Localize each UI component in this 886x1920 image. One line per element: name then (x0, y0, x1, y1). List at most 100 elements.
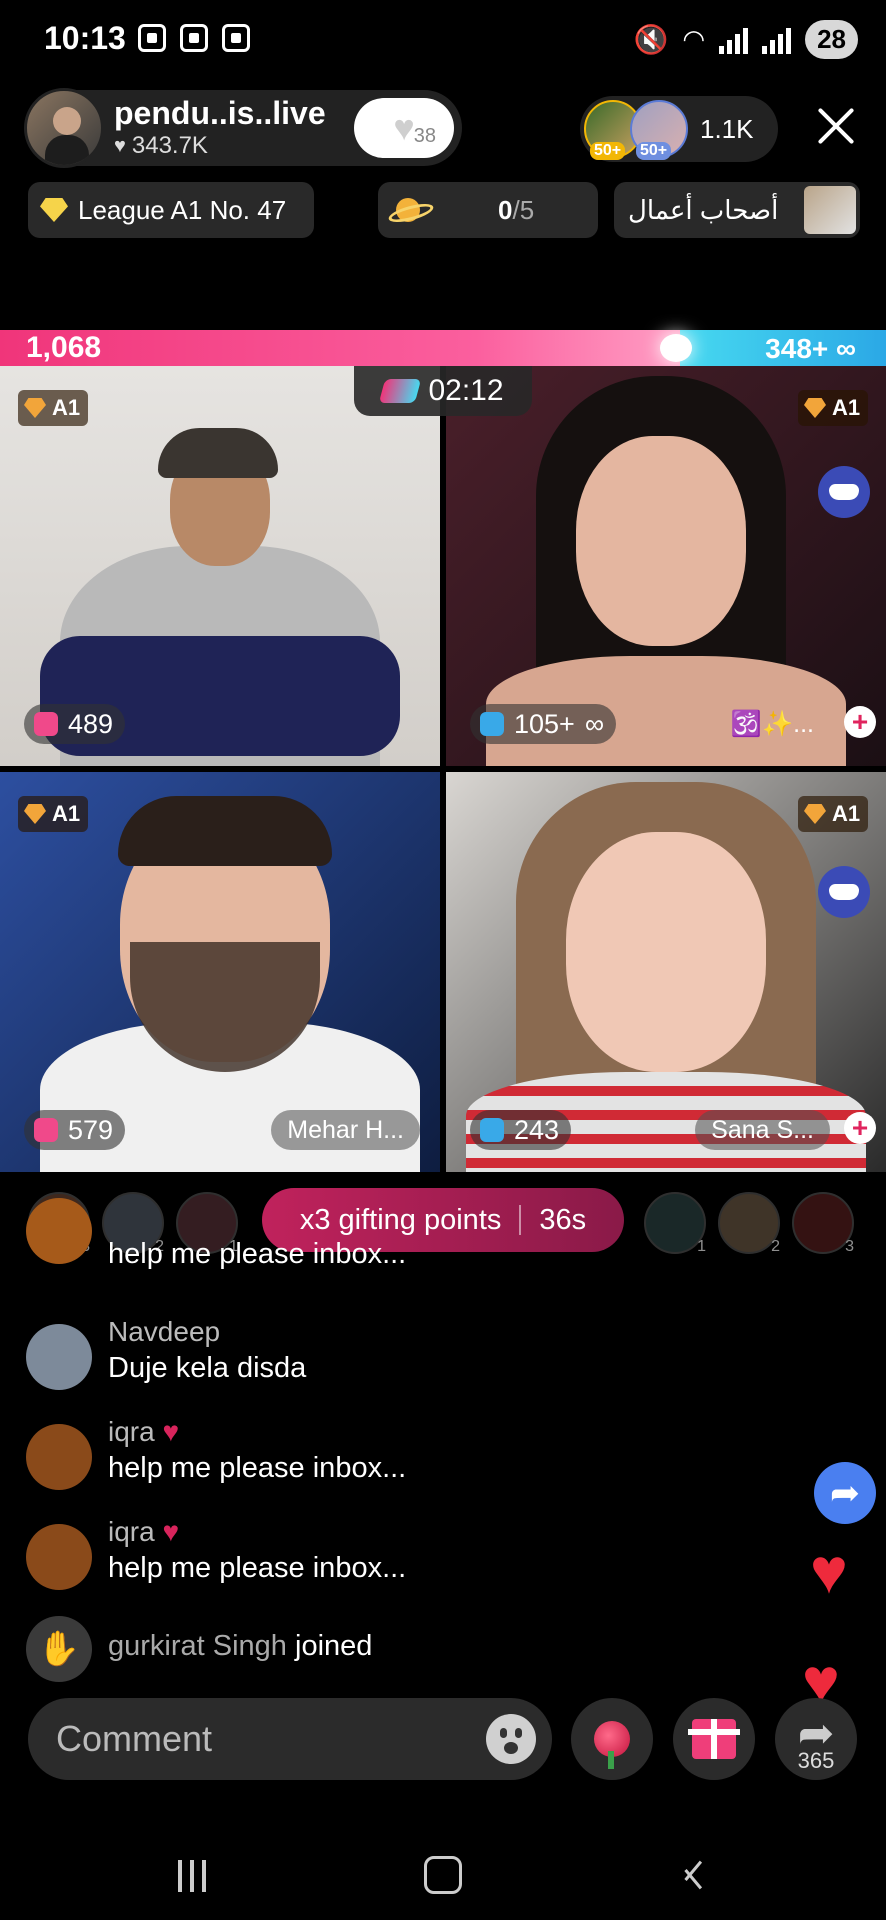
viewers-pill[interactable]: 50+ 50+ 1.1K (580, 96, 778, 162)
rank-badge: A1 (798, 796, 868, 832)
chat-avatar (26, 1198, 92, 1264)
video-tile-2[interactable]: A1 105+ ∞ 🕉️✨... + (446, 366, 886, 766)
planet-goal-count: 0/5 (498, 195, 534, 226)
divider (519, 1205, 522, 1235)
rank-label: A1 (832, 801, 861, 826)
close-icon[interactable] (816, 106, 856, 146)
chat-text: Duje kela disda (108, 1352, 307, 1384)
chat-message[interactable]: iqra ♥ help me please inbox... (26, 1416, 726, 1496)
gift-icon (688, 1719, 740, 1759)
battle-timer-value: 02:12 (428, 374, 504, 407)
video-grid: 02:12 A1 489 A1 105+ ∞ 🕉️✨... + A1 579 Me… (0, 366, 886, 1172)
host-avatar[interactable] (24, 88, 104, 168)
battery-indicator: 28 (805, 20, 858, 59)
add-guest-button[interactable]: + (844, 706, 876, 738)
video-tile-4[interactable]: A1 243 Sana S... + (446, 772, 886, 1172)
chat-avatar (26, 1424, 92, 1490)
signal-icon (719, 26, 749, 54)
tile-guest-name[interactable]: Sana S... (695, 1110, 830, 1150)
rank-badge: A1 (18, 390, 88, 426)
mask-icon[interactable] (818, 866, 870, 918)
mute-icon: 🔇 (633, 24, 669, 55)
tile-guest-name-label: 🕉️✨... (730, 709, 814, 738)
battle-right-score-value: 348+ (765, 333, 829, 364)
battle-right-score: 348+ ∞ (765, 333, 856, 365)
tile-score-value: 579 (68, 1114, 114, 1145)
status-right-icons: 🔇 ◠ 28 (634, 20, 858, 59)
tile-score: 579 (24, 1110, 126, 1150)
follow-badge-count: 38 (413, 125, 436, 147)
heart-icon: ♥ (162, 1516, 180, 1547)
rank-label: A1 (832, 395, 861, 420)
host-name: pendu..is..live (114, 95, 326, 131)
guest-cap (158, 428, 278, 478)
battle-icon (379, 379, 422, 403)
battle-timer: 02:12 (354, 366, 532, 416)
tile-guest-name-label: Sana S... (711, 1115, 814, 1144)
viewer-count: 1.1K (700, 113, 754, 144)
chat-text: help me please inbox... (108, 1552, 407, 1584)
team-blue-icon (480, 1118, 504, 1142)
comment-input[interactable]: Comment (28, 1698, 552, 1780)
chat-username: iqra ♥ (108, 1516, 179, 1548)
business-label: أصحاب أعمال (628, 194, 779, 225)
gift-button[interactable] (673, 1698, 755, 1780)
join-username: gurkirat Singh (108, 1630, 287, 1662)
top-gifter-avatar[interactable]: 3 (792, 1192, 854, 1255)
chat-username-label: iqra (108, 1416, 155, 1447)
business-pill[interactable]: أصحاب أعمال (614, 182, 860, 238)
heart-reaction-icon: ♥ (810, 1535, 848, 1607)
home-icon[interactable] (424, 1856, 462, 1894)
recent-apps-icon[interactable] (178, 1860, 206, 1892)
tile-score: 243 (470, 1110, 572, 1150)
screenshot-icon (180, 24, 208, 52)
battle-left-bar: 1,068 (0, 330, 680, 366)
mask-icon: ∞ (584, 708, 605, 739)
rank-label: A1 (52, 395, 81, 420)
team-blue-icon (480, 712, 504, 736)
back-icon[interactable] (680, 1856, 706, 1894)
host-card[interactable]: pendu..is..live ♥ 343.7K ♥ 38 (24, 88, 462, 168)
chat-username: Navdeep (108, 1316, 221, 1347)
viewer-level-badge: 50+ (636, 142, 672, 160)
tile-score: 489 (24, 704, 126, 744)
video-tile-3[interactable]: A1 579 Mehar H... (0, 772, 440, 1172)
status-notification-icons (138, 24, 250, 52)
rose-gift-button[interactable] (571, 1698, 653, 1780)
tile-score-value: 489 (68, 708, 114, 739)
top-gifter-avatar[interactable]: 2 (718, 1192, 780, 1255)
tile-score: 105+ ∞ (470, 704, 617, 744)
planet-icon (388, 196, 428, 224)
tile-guest-name[interactable]: Mehar H... (271, 1110, 420, 1150)
share-arrow-icon[interactable]: ➦ (814, 1462, 876, 1524)
tile-score-value: 243 (514, 1114, 560, 1145)
rank-badge: A1 (798, 390, 868, 426)
league-label: League A1 No. 47 (78, 194, 287, 225)
follow-button[interactable]: ♥ 38 (354, 98, 454, 158)
host-likes: ♥ 343.7K (114, 132, 326, 160)
top-viewer-avatar[interactable]: 50+ (630, 100, 688, 160)
add-guest-button[interactable]: + (844, 1112, 876, 1144)
guest-face (576, 436, 746, 646)
share-button[interactable]: ➦ 365 (775, 1698, 857, 1780)
battle-spark-icon (660, 334, 692, 362)
video-tile-1[interactable]: A1 489 (0, 366, 440, 766)
league-pill[interactable]: League A1 No. 47 (28, 182, 314, 238)
chat-text: help me please inbox... (108, 1452, 407, 1484)
battle-right-bar: 348+ ∞ (680, 330, 886, 366)
join-message[interactable]: ✋ gurkirat Singh joined (26, 1616, 726, 1686)
chat-message[interactable]: iqra ♥ help me please inbox... (26, 1516, 726, 1596)
system-nav-bar (0, 1840, 886, 1920)
chat-message[interactable]: help me please inbox... (26, 1198, 726, 1288)
chat-message[interactable]: Navdeep Duje kela disda (26, 1316, 726, 1396)
emoji-icon[interactable] (486, 1714, 536, 1764)
tile-score-value: 105+ (514, 708, 575, 739)
gifter-rank: 3 (845, 1238, 854, 1255)
wave-icon: ✋ (26, 1616, 92, 1682)
chat-username: iqra ♥ (108, 1416, 179, 1448)
planet-goal-pill[interactable]: 0/5 (378, 182, 598, 238)
join-text: gurkirat Singh joined (108, 1630, 372, 1663)
mask-icon[interactable] (818, 466, 870, 518)
wifi-icon: ◠ (682, 24, 706, 54)
tile-guest-name[interactable]: 🕉️✨... (715, 704, 830, 744)
